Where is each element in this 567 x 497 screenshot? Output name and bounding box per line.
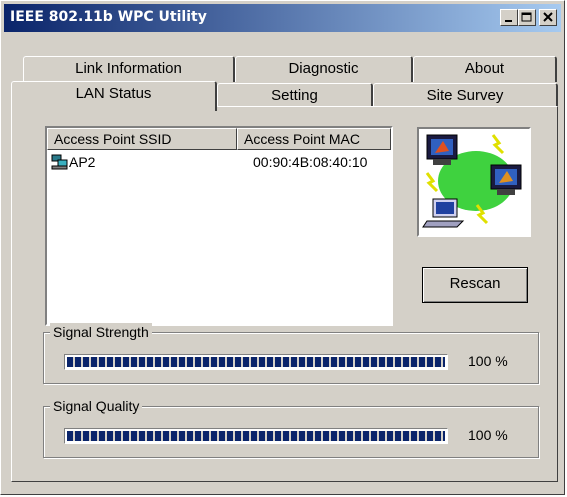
maximize-button[interactable] (518, 9, 536, 26)
signal-strength-label: Signal Strength (50, 323, 152, 341)
ap-mac: 00:90:4B:08:40:10 (253, 154, 368, 170)
rescan-button[interactable]: Rescan (422, 267, 528, 303)
signal-strength-bar (64, 354, 448, 370)
tab-link-information[interactable]: Link Information (23, 56, 235, 82)
access-point-list[interactable]: Access Point SSID Access Point MAC AP2 0… (45, 126, 393, 326)
ap-ssid: AP2 (69, 154, 96, 170)
signal-strength-fill (67, 357, 445, 367)
signal-quality-bar (64, 428, 448, 444)
minimize-button[interactable] (500, 9, 518, 26)
maximize-icon (521, 12, 532, 22)
utility-window: IEEE 802.11b WPC Utility Link Informatio… (0, 0, 565, 495)
signal-quality-fill (67, 431, 445, 441)
title-bar[interactable]: IEEE 802.11b WPC Utility (4, 4, 561, 32)
list-item[interactable]: AP2 00:90:4B:08:40:10 (49, 152, 389, 172)
tab-diagnostic[interactable]: Diagnostic (235, 56, 413, 82)
wireless-network-illustration (422, 134, 522, 228)
tab-about[interactable]: About (413, 56, 557, 82)
close-icon (543, 12, 553, 22)
window-title: IEEE 802.11b WPC Utility (10, 9, 207, 25)
close-button[interactable] (539, 9, 557, 26)
signal-quality-value: 100 % (468, 427, 508, 443)
signal-quality-label: Signal Quality (50, 397, 143, 415)
network-computer-icon (51, 154, 68, 170)
signal-quality-group: Signal Quality 100 % (43, 397, 539, 458)
tab-lan-status[interactable]: LAN Status (11, 81, 217, 111)
wireless-network-image (417, 127, 531, 237)
column-header-ssid[interactable]: Access Point SSID (47, 128, 237, 150)
signal-strength-value: 100 % (468, 353, 508, 369)
minimize-icon (505, 20, 512, 22)
signal-strength-group: Signal Strength 100 % (43, 323, 539, 384)
column-header-mac[interactable]: Access Point MAC (237, 128, 391, 150)
